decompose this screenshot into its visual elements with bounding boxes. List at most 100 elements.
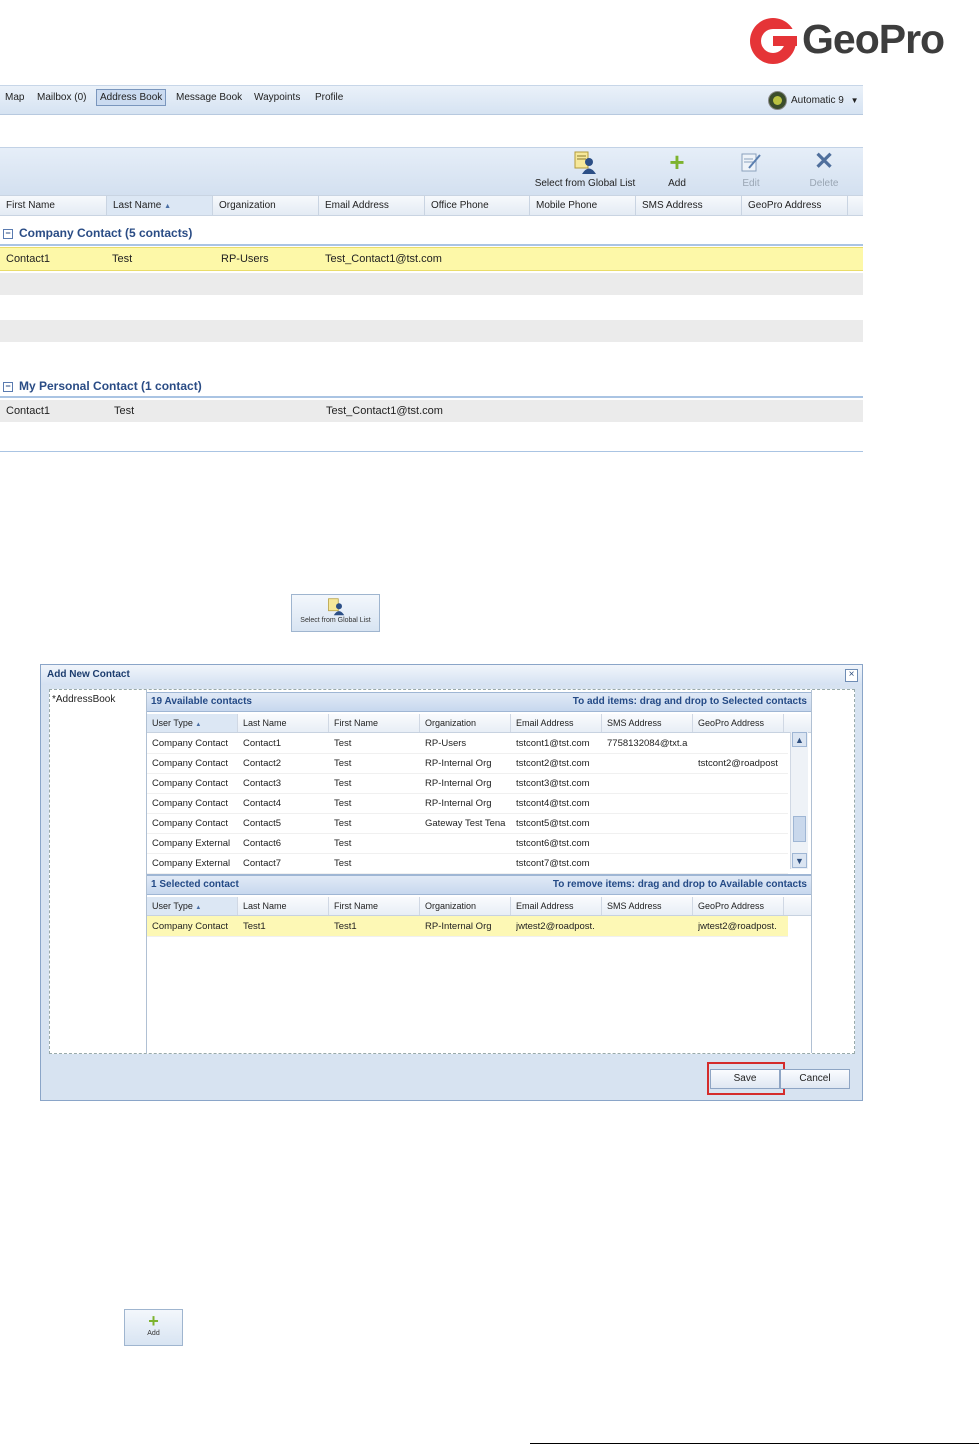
table-row[interactable]: Contact1 Test Test_Contact1@tst.com [0, 400, 863, 422]
scroll-up-icon[interactable]: ▲ [792, 732, 807, 747]
collapse-icon[interactable]: − [3, 381, 13, 392]
selected-column-headers: User Type ▲ Last Name First Name Organiz… [147, 897, 811, 916]
sort-asc-icon: ▲ [164, 203, 172, 210]
table-cell: Contact1 [243, 738, 282, 749]
table-cell: Contact5 [243, 818, 282, 829]
cell-last-name: Test [114, 405, 135, 417]
table-cell: Contact6 [243, 838, 282, 849]
nav-waypoints[interactable]: Waypoints [254, 92, 300, 103]
cell-email: Test_Contact1@tst.com [326, 405, 443, 417]
column-email-address[interactable]: Email Address [511, 897, 602, 915]
column-sms-address[interactable]: SMS Address [602, 897, 693, 915]
nav-map[interactable]: Map [5, 92, 24, 103]
close-icon[interactable]: × [845, 669, 858, 682]
company-contact-group-header[interactable]: − Company Contact (5 contacts) [0, 226, 863, 240]
column-user-type-label: User Type [152, 901, 193, 911]
table-cell: Test [334, 758, 352, 769]
column-last-name[interactable]: Last Name [238, 714, 329, 732]
logo-text: GeoPro [802, 16, 945, 62]
nav-message-book[interactable]: Message Book [176, 92, 242, 103]
cancel-button[interactable]: Cancel [780, 1069, 850, 1089]
available-column-headers: User Type ▲ Last Name First Name Organiz… [147, 714, 811, 733]
table-row[interactable]: Company Contact Contact3 Test RP-Internal O… [147, 773, 788, 794]
select-from-global-list-button-example[interactable]: Select from Global List [291, 594, 380, 632]
column-office-phone[interactable]: Office Phone [425, 196, 530, 215]
select-from-global-list-button[interactable]: Select from Global List [534, 151, 636, 189]
column-organization[interactable]: Organization [420, 714, 511, 732]
nav-address-book[interactable]: Address Book [96, 89, 167, 106]
table-row[interactable]: Company Contact Contact1 Test RP-Users tstco… [147, 733, 788, 754]
table-row[interactable]: Company Contact Contact4 Test RP-Internal O… [147, 793, 788, 814]
column-email-address[interactable]: Email Address [319, 196, 425, 215]
contact-card-icon [574, 151, 596, 174]
address-book-tree: *AddressBook [50, 690, 147, 1053]
table-cell: Contact2 [243, 758, 282, 769]
empty-row [0, 320, 863, 342]
table-cell: Company External [152, 858, 231, 869]
available-scrollbar[interactable]: ▲ ▼ [790, 732, 808, 869]
table-cell: tstcont7@tst.com [516, 858, 590, 869]
status-globe-icon [768, 91, 787, 110]
column-user-type[interactable]: User Type ▲ [147, 897, 238, 915]
cell-organization: RP-Users [221, 253, 269, 265]
table-row[interactable]: Company Contact Test1 Test1 RP-Internal Org… [147, 916, 788, 937]
column-email-address[interactable]: Email Address [511, 714, 602, 732]
selected-count: 1 Selected contact [151, 879, 239, 890]
column-mobile-phone[interactable]: Mobile Phone [530, 196, 636, 215]
save-button[interactable]: Save [710, 1069, 780, 1089]
table-row[interactable]: Company External Contact6 Test tstcont6@tst… [147, 833, 788, 854]
plus-icon: + [669, 147, 685, 177]
table-cell: tstcont1@tst.com [516, 738, 590, 749]
table-cell: tstcont6@tst.com [516, 838, 590, 849]
column-last-name[interactable]: Last Name ▲ [107, 196, 213, 215]
column-user-type[interactable]: User Type ▲ [147, 714, 238, 732]
select-from-global-list-label: Select from Global List [534, 178, 636, 189]
column-first-name[interactable]: First Name [329, 714, 420, 732]
table-cell: Contact4 [243, 798, 282, 809]
nav-profile[interactable]: Profile [315, 92, 343, 103]
table-row[interactable]: Company External Contact7 Test tstcont7@tst… [147, 853, 788, 874]
table-row[interactable]: Company Contact Contact2 Test RP-Internal O… [147, 753, 788, 774]
table-cell: Test1 [334, 921, 357, 932]
selected-hint: To remove items: drag and drop to Availa… [552, 879, 807, 890]
column-sms-address[interactable]: SMS Address [636, 196, 742, 215]
table-row[interactable]: Contact1 Test RP-Users Test_Contact1@tst… [0, 247, 863, 271]
column-first-name[interactable]: First Name [0, 196, 107, 215]
column-organization[interactable]: Organization [213, 196, 319, 215]
delete-button[interactable]: ✕ Delete [806, 150, 842, 190]
column-sms-address[interactable]: SMS Address [602, 714, 693, 732]
column-geopro-address[interactable]: GeoPro Address [693, 714, 784, 732]
scroll-down-icon[interactable]: ▼ [792, 853, 807, 868]
dialog-body: *AddressBook 19 Available contacts To ad… [49, 689, 855, 1054]
add-button-example[interactable]: + Add [124, 1309, 183, 1346]
table-cell: Company Contact [152, 758, 229, 769]
add-button[interactable]: + Add [660, 147, 694, 189]
scroll-thumb[interactable] [793, 816, 806, 842]
personal-contact-group-header[interactable]: − My Personal Contact (1 contact) [0, 379, 863, 393]
add-label: Add [147, 1330, 160, 1337]
table-cell: jwtest2@roadpost. [698, 921, 777, 932]
account-menu[interactable]: Automatic 9 ▼ [768, 91, 859, 110]
column-geopro-address[interactable]: GeoPro Address [693, 897, 784, 915]
column-geopro-address[interactable]: GeoPro Address [742, 196, 848, 215]
contact-card-icon [327, 598, 344, 616]
grid-bottom-border [0, 451, 863, 452]
column-organization[interactable]: Organization [420, 897, 511, 915]
nav-mailbox[interactable]: Mailbox (0) [37, 92, 86, 103]
collapse-icon[interactable]: − [3, 228, 13, 239]
table-cell: jwtest2@roadpost. [516, 921, 595, 932]
sort-asc-icon: ▲ [195, 905, 202, 911]
column-first-name[interactable]: First Name [329, 897, 420, 915]
tree-item-addressbook[interactable]: *AddressBook [52, 694, 115, 705]
table-row[interactable]: Company Contact Contact5 Test Gateway Test … [147, 813, 788, 834]
sort-asc-icon: ▲ [195, 722, 202, 728]
table-cell: RP-Internal Org [425, 778, 492, 789]
delete-label: Delete [809, 178, 839, 189]
column-last-name[interactable]: Last Name [238, 897, 329, 915]
empty-row [0, 344, 863, 366]
table-cell: RP-Internal Org [425, 758, 492, 769]
edit-button[interactable]: Edit [734, 151, 768, 189]
table-cell: tstcont4@tst.com [516, 798, 590, 809]
table-cell: Company Contact [152, 921, 229, 932]
add-new-contact-dialog: Add New Contact × *AddressBook 19 Availa… [40, 664, 863, 1101]
